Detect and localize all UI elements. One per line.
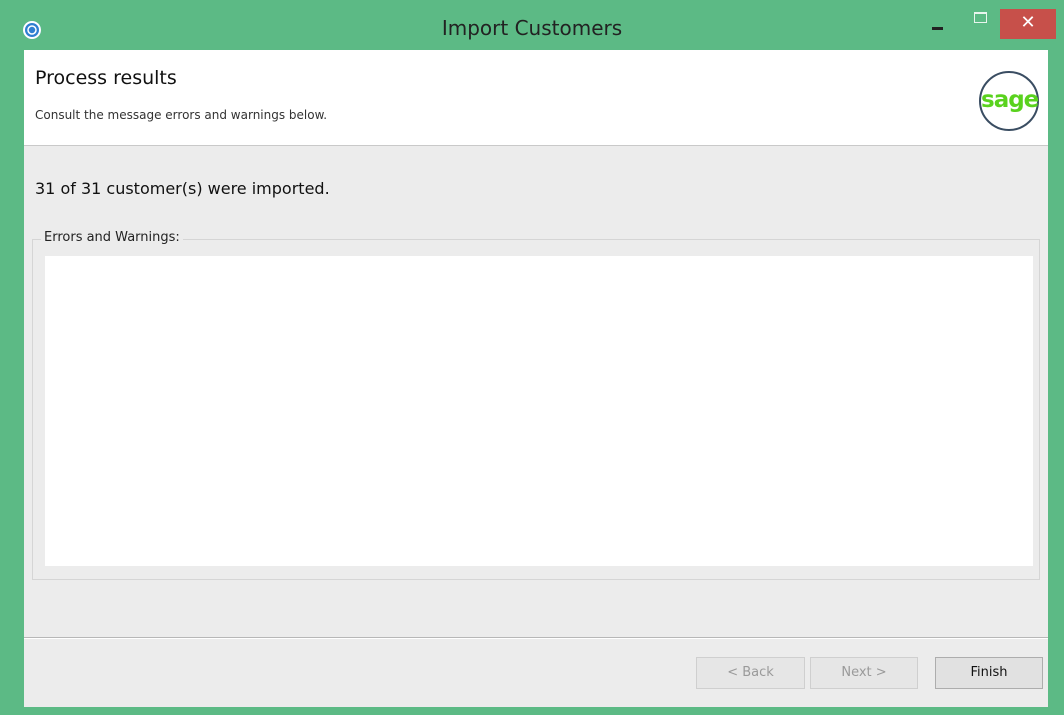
import-customers-window: Import Customers ✕ Process results Consu…: [0, 0, 1064, 715]
title-bar[interactable]: Import Customers ✕: [0, 0, 1064, 50]
close-button[interactable]: ✕: [1000, 9, 1056, 39]
errors-warnings-group: Errors and Warnings:: [32, 230, 1040, 580]
back-button[interactable]: < Back: [696, 657, 805, 689]
wizard-header: Process results Consult the message erro…: [24, 50, 1048, 146]
maximize-icon[interactable]: [965, 9, 995, 39]
close-icon: ✕: [1020, 12, 1036, 33]
errors-warnings-label: Errors and Warnings:: [41, 230, 183, 245]
window-title: Import Customers: [441, 16, 623, 40]
import-summary: 31 of 31 customer(s) were imported.: [35, 179, 330, 198]
sage-logo: sage: [979, 71, 1039, 131]
page-subtitle: Consult the message errors and warnings …: [35, 108, 328, 122]
finish-button[interactable]: Finish: [935, 657, 1043, 689]
footer-divider-highlight: [24, 638, 1048, 639]
sage-logo-text: sage: [981, 87, 1039, 113]
errors-warnings-list[interactable]: [45, 256, 1033, 566]
page-title: Process results: [35, 67, 177, 89]
minimize-icon[interactable]: [923, 9, 953, 39]
dialog-body: Process results Consult the message erro…: [24, 50, 1048, 707]
next-button[interactable]: Next >: [810, 657, 918, 689]
